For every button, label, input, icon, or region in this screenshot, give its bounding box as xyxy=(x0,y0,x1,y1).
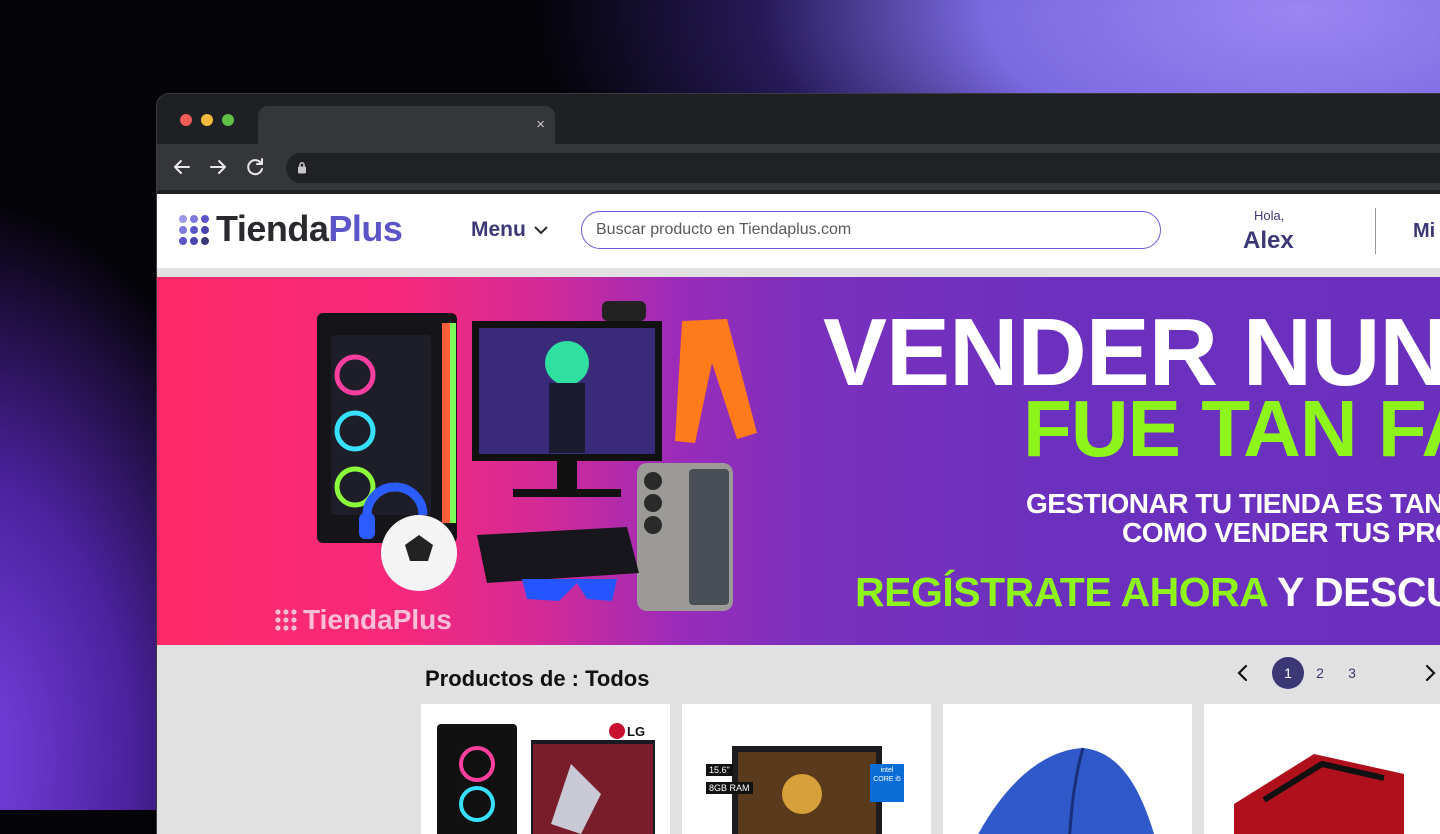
chevron-right-icon xyxy=(1425,664,1436,682)
site-logo[interactable]: TiendaPlus xyxy=(216,208,403,250)
tab-bar: × xyxy=(157,94,1440,146)
arrow-right-icon xyxy=(210,160,226,174)
pagination-page-2[interactable]: 2 xyxy=(1304,657,1336,689)
banner-cta-rest: Y DESCUBRE xyxy=(1277,569,1440,615)
chevron-left-icon xyxy=(1237,664,1248,682)
pagination-page-3[interactable]: 3 xyxy=(1336,657,1368,689)
banner-cta-highlight: REGÍSTRATE AHORA xyxy=(855,569,1267,615)
arrow-left-icon xyxy=(174,160,190,174)
banner-watermark-logo: TiendaPlus xyxy=(275,604,452,636)
logo-text-part2: Plus xyxy=(328,208,403,249)
banner-headline-2: FUE TAN FAC xyxy=(1023,384,1440,473)
back-button[interactable] xyxy=(170,155,194,179)
chevron-down-icon xyxy=(534,226,548,234)
menu-label: Menu xyxy=(471,218,526,241)
intel-badge: intel CORE i5 xyxy=(873,767,901,783)
tab-close-icon[interactable]: × xyxy=(536,116,545,133)
close-window-button[interactable] xyxy=(180,114,192,126)
browser-tab[interactable]: × xyxy=(258,106,555,146)
browser-window: × TiendaPlus Menu Buscar producto en Tie… xyxy=(157,94,1440,834)
banner-subline-2: COMO VENDER TUS PRODU xyxy=(1122,517,1440,548)
brand-badge: LG xyxy=(627,724,646,739)
product-image-suitcase xyxy=(1234,754,1404,834)
site-header: TiendaPlus Menu Hola, Alex Mi xyxy=(157,194,1440,268)
products-section-title: Productos de : Todos xyxy=(425,666,650,691)
reload-icon xyxy=(247,158,263,176)
logo-text-part1: Tienda xyxy=(216,208,329,249)
minimize-window-button[interactable] xyxy=(201,114,213,126)
pagination: 1 2 3 xyxy=(1233,657,1440,689)
pagination-prev-button[interactable] xyxy=(1233,663,1253,683)
reload-button[interactable] xyxy=(243,155,267,179)
forward-button[interactable] xyxy=(206,155,230,179)
products-collage-image xyxy=(317,301,757,611)
url-field[interactable] xyxy=(286,153,1440,183)
product-card[interactable] xyxy=(1204,704,1440,834)
product-card[interactable]: LG xyxy=(421,704,670,834)
account-link[interactable]: Mi xyxy=(1413,220,1435,243)
address-bar xyxy=(157,144,1440,190)
pagination-next-button[interactable] xyxy=(1420,663,1440,683)
product-image-tent xyxy=(978,747,1155,834)
logo-grid-icon xyxy=(179,215,209,245)
lock-icon xyxy=(298,162,306,174)
banner-cta[interactable]: REGÍSTRATE AHORA Y DESCUBRE xyxy=(855,569,1440,616)
maximize-window-button[interactable] xyxy=(222,114,234,126)
banner-subline-1: GESTIONAR TU TIENDA ES TAN SEN xyxy=(1026,488,1440,519)
banner-watermark-text: TiendaPlus xyxy=(303,604,452,635)
product-card[interactable]: 15.6" 8GB RAM intel CORE i5 xyxy=(682,704,931,834)
greeting-text: Hola, xyxy=(1254,208,1285,223)
search-input[interactable] xyxy=(581,211,1161,249)
product-card[interactable] xyxy=(943,704,1192,834)
web-page: TiendaPlus Menu Hola, Alex Mi xyxy=(157,194,1440,834)
logo-grid-icon xyxy=(275,609,297,631)
header-divider xyxy=(1375,208,1376,254)
product-spec-ram: 8GB RAM xyxy=(706,782,753,794)
pagination-page-1[interactable]: 1 xyxy=(1272,657,1304,689)
user-name[interactable]: Alex xyxy=(1243,227,1294,255)
product-spec-screen: 15.6" xyxy=(706,764,733,776)
promo-banner[interactable]: VENDER NUNC FUE TAN FAC GESTIONAR TU TIE… xyxy=(157,277,1440,645)
menu-button[interactable]: Menu xyxy=(471,218,548,242)
